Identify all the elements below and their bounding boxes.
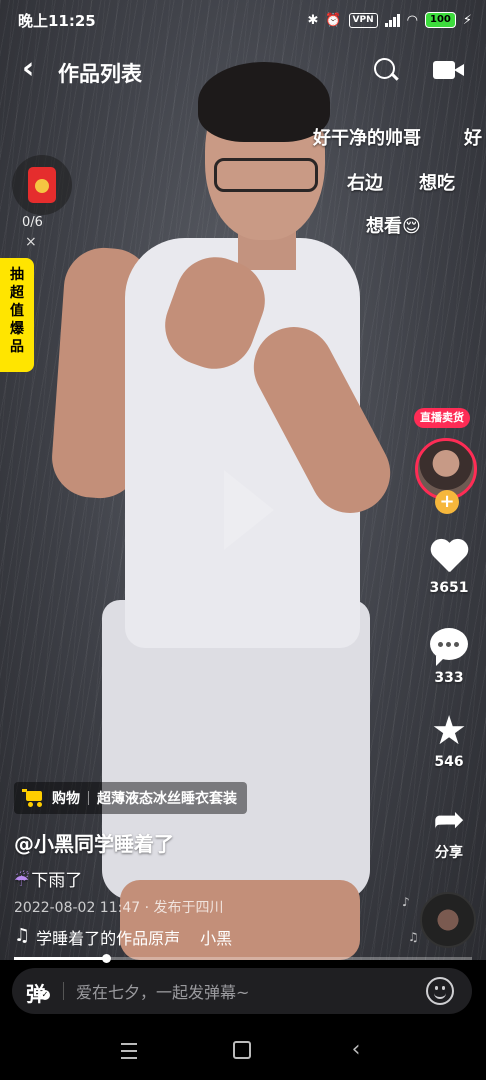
comment-button[interactable]: 333 — [424, 628, 474, 686]
status-icons: ✱ ⏰ VPN ◠ 100 ⚡ — [307, 10, 472, 30]
figure-glasses — [214, 158, 318, 192]
danmaku-item: 想吃 — [419, 173, 455, 194]
danmaku-item: 好干净的帅哥 — [313, 128, 421, 149]
nav-menu-button[interactable] — [117, 1038, 141, 1062]
red-packet-button[interactable] — [12, 155, 72, 215]
progress-bar[interactable] — [14, 954, 472, 963]
favorite-button[interactable]: ★ 546 — [424, 708, 474, 770]
product-tag[interactable]: 购物 超薄液态冰丝睡衣套装 — [14, 782, 247, 814]
system-nav-bar: ‹ — [0, 1020, 486, 1080]
danmaku-bar: 弹 ✓ — [12, 968, 472, 1014]
promo-label: 抽超值爆品 — [10, 267, 24, 355]
share-label: 分享 — [435, 845, 463, 861]
share-icon: ➦ — [433, 797, 465, 841]
promo-tab[interactable]: 抽超值爆品 — [0, 258, 34, 372]
live-selling-badge[interactable]: 直播卖货 — [414, 408, 470, 428]
video-player-screen[interactable]: 晚上11:25 ✱ ⏰ VPN ◠ 100 ⚡ ‹ 作品列表 好干净的帅哥 好 … — [0, 0, 486, 1080]
check-icon: ✓ — [40, 990, 50, 1000]
video-camera-button[interactable] — [433, 59, 465, 81]
danmaku-item: 右边 — [347, 173, 383, 194]
author-name[interactable]: @小黑同学睡着了 — [14, 828, 174, 857]
top-bar: ‹ 作品列表 — [0, 48, 486, 92]
music-title: 学睡着了的作品原声 — [36, 929, 181, 948]
comment-count: 333 — [434, 670, 464, 686]
caption-text: 下雨了 — [31, 871, 83, 891]
shopping-cart-icon — [22, 789, 44, 807]
emoji-button[interactable] — [426, 977, 454, 1005]
music-info[interactable]: ♫ 学睡着了的作品原声 小黑 — [14, 925, 232, 949]
danmaku-item: 想看😌 — [366, 216, 421, 237]
nav-back-button[interactable]: ‹ — [344, 1038, 368, 1062]
product-divider — [88, 791, 89, 805]
progress-fill — [14, 957, 106, 960]
wifi-icon: ◠ — [406, 12, 418, 28]
charging-icon: ⚡ — [462, 12, 472, 28]
danmaku-divider — [63, 982, 64, 1000]
chevron-left-icon: ‹ — [22, 51, 35, 86]
publish-date: 2022-08-02 11:47 — [14, 900, 141, 916]
danmaku-item: 好 — [464, 128, 482, 149]
square-icon — [233, 1041, 251, 1059]
status-bar: 晚上11:25 ✱ ⏰ VPN ◠ 100 ⚡ — [0, 0, 486, 40]
video-caption[interactable]: ☔ 下雨了 — [14, 866, 82, 891]
status-time: 晚上11:25 — [18, 12, 96, 30]
progress-knob[interactable] — [101, 954, 111, 963]
danmaku-toggle-button[interactable]: 弹 ✓ — [26, 978, 50, 1007]
follow-button[interactable]: + — [435, 490, 459, 514]
danmaku-input[interactable] — [74, 974, 418, 1010]
star-icon: ★ — [431, 708, 467, 754]
floating-note-icon: ♫ — [408, 930, 419, 944]
like-count: 3651 — [429, 580, 469, 596]
play-icon — [218, 470, 274, 550]
bluetooth-icon: ✱ — [307, 12, 319, 28]
publish-location: 发布于四川 — [153, 900, 224, 916]
video-camera-icon — [433, 61, 455, 79]
favorite-count: 546 — [434, 754, 464, 770]
search-button[interactable] — [372, 56, 400, 84]
floating-note-icon: ♪ — [402, 895, 410, 909]
product-name: 超薄液态冰丝睡衣套装 — [97, 791, 237, 807]
comment-icon — [430, 628, 468, 666]
meta-separator: · — [144, 900, 154, 916]
red-packet-count: 0/6 — [22, 215, 43, 230]
emoji-icon — [435, 986, 438, 990]
alarm-icon: ⏰ — [325, 12, 342, 28]
heart-icon — [429, 540, 469, 576]
umbrella-icon: ☔ — [14, 871, 30, 891]
share-button[interactable]: ➦ 分享 — [424, 800, 474, 862]
page-title: 作品列表 — [58, 62, 142, 86]
music-author: 小黑 — [200, 929, 233, 948]
music-disc[interactable] — [420, 892, 476, 948]
video-meta: 2022-08-02 11:47 · 发布于四川 — [14, 897, 224, 917]
red-packet-close-button[interactable]: × — [25, 234, 37, 250]
nav-home-button[interactable] — [230, 1038, 254, 1062]
signal-icon — [384, 13, 400, 27]
like-button[interactable]: 3651 — [424, 540, 474, 596]
chevron-left-icon: ‹ — [351, 1037, 361, 1062]
back-button[interactable]: ‹ — [22, 54, 48, 84]
music-note-icon: ♫ — [14, 925, 31, 946]
product-category: 购物 — [52, 791, 80, 807]
vpn-icon: VPN — [348, 12, 378, 28]
battery-icon: 100 — [424, 12, 456, 28]
